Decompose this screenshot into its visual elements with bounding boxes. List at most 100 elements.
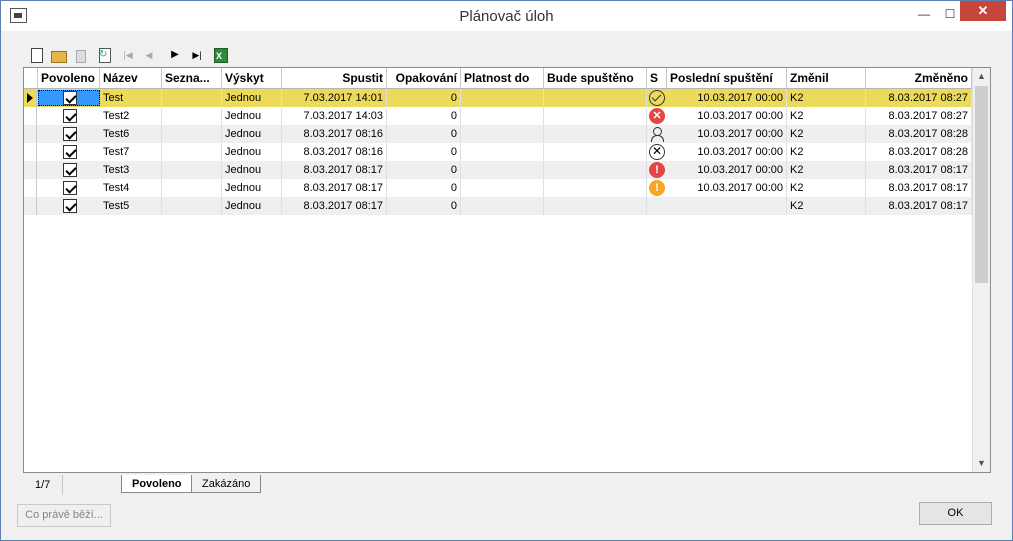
scroll-up-arrow-icon[interactable]: ▲ [973,68,990,85]
open-folder-icon[interactable] [50,47,67,63]
enabled-checkbox[interactable] [63,199,77,213]
header-repeat[interactable]: Opakování [387,68,461,88]
enabled-checkbox[interactable] [63,109,77,123]
cell-changed: 8.03.2017 08:27 [866,107,972,125]
cell-start: 7.03.2017 14:01 [282,89,387,107]
tasks-grid: Povoleno Název Sezna... Výskyt Spustit O… [23,67,991,473]
record-counter: 1/7 [23,475,63,495]
cell-changed: 8.03.2017 08:28 [866,143,972,161]
cell-valid-to [461,143,544,161]
row-indicator [24,179,37,197]
cell-occurrence: Jednou [222,161,282,179]
cell-valid-to [461,197,544,215]
table-row[interactable]: Test5 Jednou 8.03.2017 08:17 0 K2 8.03.2… [24,197,972,215]
cell-last-run: 10.03.2017 00:00 [667,143,787,161]
new-icon[interactable] [28,47,44,63]
cell-valid-to [461,125,544,143]
header-status[interactable]: S [647,68,667,88]
refresh-icon[interactable] [96,47,112,63]
last-record-icon[interactable]: ▶| [189,47,205,63]
cell-repeat: 0 [387,89,461,107]
enabled-checkbox[interactable] [63,181,77,195]
header-changed-by[interactable]: Změnil [787,68,866,88]
cell-start: 8.03.2017 08:17 [282,161,387,179]
row-indicator [24,125,37,143]
cell-changed-by: K2 [787,143,866,161]
cell-list [162,197,222,215]
cell-changed: 8.03.2017 08:17 [866,197,972,215]
cell-changed: 8.03.2017 08:17 [866,161,972,179]
cell-occurrence: Jednou [222,179,282,197]
scroll-down-arrow-icon[interactable]: ▼ [973,455,990,472]
table-row[interactable]: Test4 Jednou 8.03.2017 08:17 0 ! 10.03.2… [24,179,972,197]
header-name[interactable]: Název [100,68,162,88]
cell-changed-by: K2 [787,179,866,197]
table-row[interactable]: Test Jednou 7.03.2017 14:01 0 10.03.2017… [24,89,972,107]
enabled-checkbox[interactable] [63,91,77,105]
cell-name: Test2 [100,107,162,125]
vertical-scrollbar[interactable]: ▲ ▼ [972,68,990,472]
first-record-icon[interactable]: |◀ [120,47,136,63]
cell-occurrence: Jednou [222,143,282,161]
close-button[interactable]: ✕ [960,1,1006,21]
status-warning-red-icon: ! [649,162,665,178]
cell-changed: 8.03.2017 08:28 [866,125,972,143]
enabled-checkbox[interactable] [63,145,77,159]
header-valid-to[interactable]: Platnost do [461,68,544,88]
cell-list [162,107,222,125]
header-next-run[interactable]: Bude spuštěno [544,68,647,88]
row-indicator [24,143,37,161]
cell-occurrence: Jednou [222,125,282,143]
window-title: Plánovač úloh [459,8,554,25]
cell-last-run: 10.03.2017 00:00 [667,107,787,125]
header-indicator [24,68,38,88]
cell-list [162,161,222,179]
cell-next-run [544,161,647,179]
table-row[interactable]: Test6 Jednou 8.03.2017 08:16 0 10.03.201… [24,125,972,143]
delete-icon[interactable] [72,47,88,63]
cell-repeat: 0 [387,179,461,197]
cell-valid-to [461,89,544,107]
row-indicator [24,161,37,179]
enabled-checkbox[interactable] [63,127,77,141]
toolbar: |◀ ◀ ▶ ▶| [23,45,991,65]
cell-repeat: 0 [387,143,461,161]
tab-enabled[interactable]: Povoleno [121,475,193,493]
cell-valid-to [461,161,544,179]
cell-last-run [667,197,787,215]
tab-disabled[interactable]: Zakázáno [191,475,262,493]
excel-export-icon[interactable] [212,47,228,64]
cell-last-run: 10.03.2017 00:00 [667,89,787,107]
cell-list [162,125,222,143]
scroll-thumb[interactable] [975,86,988,283]
table-row[interactable]: Test3 Jednou 8.03.2017 08:17 0 ! 10.03.2… [24,161,972,179]
status-warning-orange-icon: ! [649,180,665,196]
cell-name: Test [100,89,162,107]
table-row[interactable]: Test7 Jednou 8.03.2017 08:16 0 ✕ 10.03.2… [24,143,972,161]
cell-start: 8.03.2017 08:16 [282,125,387,143]
header-changed[interactable]: Změněno [866,68,972,88]
header-list[interactable]: Sezna... [162,68,222,88]
header-start[interactable]: Spustit [282,68,387,88]
header-enabled[interactable]: Povoleno [38,68,100,88]
next-record-icon[interactable]: ▶ [167,47,183,63]
cell-name: Test7 [100,143,162,161]
cell-changed: 8.03.2017 08:17 [866,179,972,197]
cell-changed-by: K2 [787,197,866,215]
ok-button[interactable]: OK [919,502,992,525]
header-occurrence[interactable]: Výskyt [222,68,282,88]
cell-start: 8.03.2017 08:17 [282,179,387,197]
header-last-run[interactable]: Poslední spuštění [667,68,787,88]
cell-last-run: 10.03.2017 00:00 [667,125,787,143]
row-indicator [24,107,37,125]
cell-start: 8.03.2017 08:16 [282,143,387,161]
cell-name: Test3 [100,161,162,179]
previous-record-icon[interactable]: ◀ [141,47,157,63]
cell-start: 7.03.2017 14:03 [282,107,387,125]
cell-name: Test6 [100,125,162,143]
cell-occurrence: Jednou [222,107,282,125]
table-row[interactable]: Test2 Jednou 7.03.2017 14:03 0 ✕ 10.03.2… [24,107,972,125]
whats-running-button[interactable]: Co právě běží... [17,504,111,527]
enabled-checkbox[interactable] [63,163,77,177]
cell-repeat: 0 [387,125,461,143]
